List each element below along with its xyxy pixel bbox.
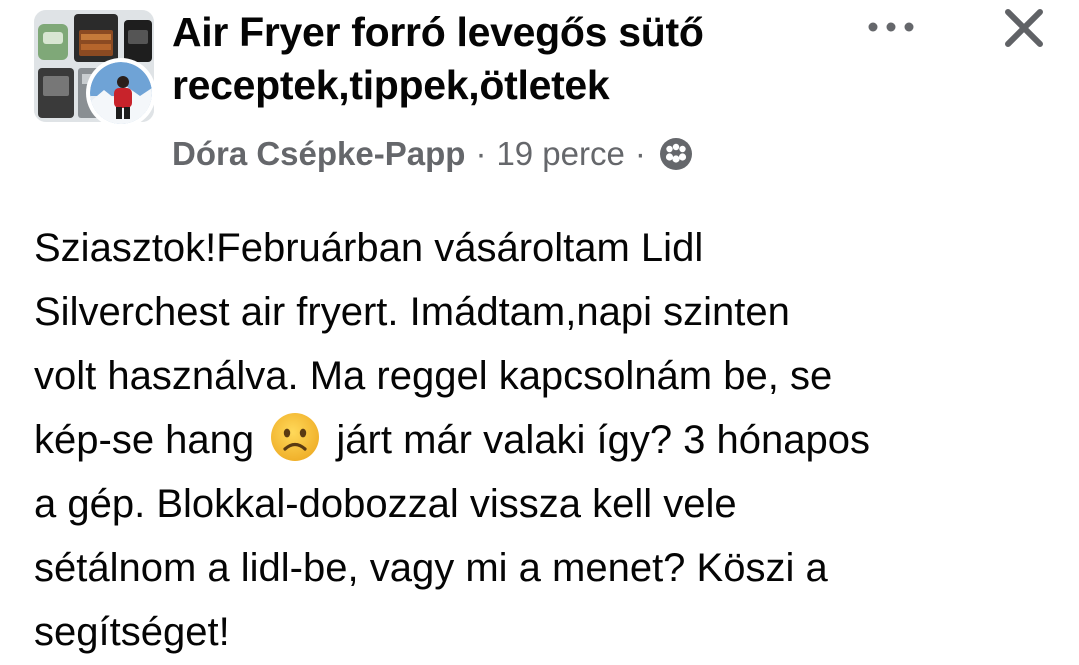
close-icon (1005, 9, 1043, 47)
post-text-line: sétálnom a lidl-be, vagy mi a menet? Kös… (34, 546, 828, 590)
close-button[interactable] (998, 2, 1050, 54)
post-text-line: a gép. Blokkal-dobozzal vissza kell vele (34, 482, 737, 526)
post-text-line: segítséget! (34, 610, 230, 654)
meta-separator: · (634, 135, 646, 172)
post-meta: Dóra Csépke-Papp · 19 perce · (172, 133, 694, 175)
frowning-face-emoji (271, 413, 320, 461)
post-text-line-with-emoji: kép-se hang járt már valaki így? 3 hónap… (34, 408, 1064, 472)
post-text-line: Sziasztok!Februárban vásároltam Lidl (34, 226, 704, 270)
post-text-line: volt használva. Ma reggel kapcsolnám be,… (34, 354, 833, 398)
author-name[interactable]: Dóra Csépke-Papp (172, 135, 465, 173)
post-text-segment: járt már valaki így? 3 hónapos (336, 418, 871, 462)
group-members-icon[interactable] (658, 136, 694, 172)
group-name[interactable]: Air Fryer forró levegős sütő receptek,ti… (172, 6, 832, 112)
post-timestamp[interactable]: 19 perce (496, 135, 624, 173)
post-text-segment: kép-se hang (34, 418, 255, 462)
user-avatar-photo (90, 62, 152, 124)
post-text: Sziasztok!Februárban vásároltam Lidl Sil… (34, 216, 1064, 664)
post-text-line: Silverchest air fryert. Imádtam,napi szi… (34, 290, 790, 334)
more-options-button[interactable] (862, 12, 920, 42)
meta-separator: · (475, 135, 487, 172)
post-card: Air Fryer forró levegős sütő receptek,ti… (0, 0, 1079, 665)
author-avatar[interactable] (86, 58, 156, 128)
more-dots-icon (868, 22, 914, 32)
